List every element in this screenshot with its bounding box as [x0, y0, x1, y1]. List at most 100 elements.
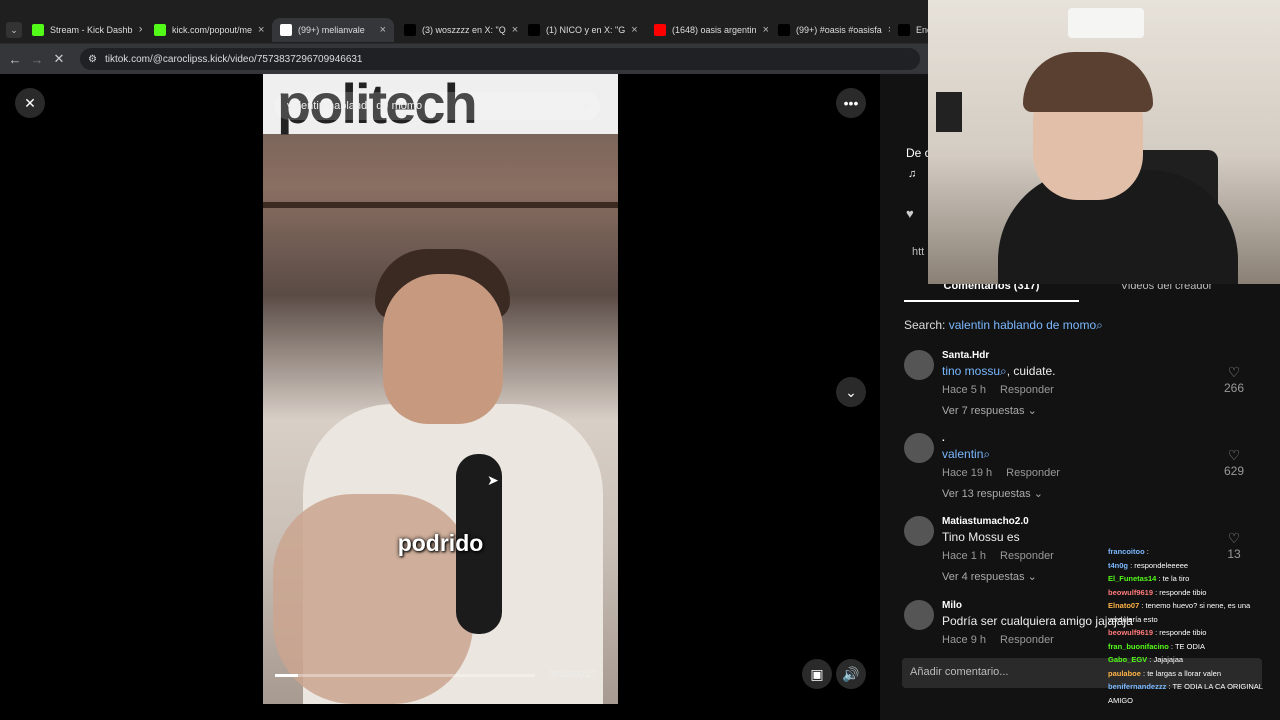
close-tab-icon[interactable]: × — [631, 24, 637, 36]
tab-search-menu-icon[interactable]: ⌄ — [6, 22, 22, 38]
search-icon[interactable]: ⌕ — [584, 100, 590, 113]
browser-tab[interactable]: (1648) oasis argentin × — [646, 18, 768, 42]
reply-button[interactable]: Responder — [1000, 550, 1054, 562]
progress-fill — [275, 674, 299, 677]
heart-icon[interactable]: ♡ — [1214, 447, 1254, 464]
comment-author[interactable]: Santa.Hdr — [942, 350, 989, 361]
tab-favicon-icon — [898, 24, 910, 36]
browser-tab[interactable]: Encu — [890, 18, 930, 42]
reply-button[interactable]: Responder — [1000, 634, 1054, 646]
tab-favicon-icon — [654, 24, 666, 36]
comment-author[interactable]: Matiastumacho2.0 — [942, 516, 1029, 527]
chat-user[interactable]: beowulf9619 — [1108, 628, 1153, 637]
tab-label: (3) woszzzz en X: "Q — [422, 25, 506, 35]
chat-text: te largas a llorar valen — [1147, 668, 1221, 678]
site-info-icon[interactable]: ⚙ — [88, 54, 97, 65]
close-tab-icon[interactable]: × — [763, 24, 768, 36]
browser-tab[interactable]: (1) NICO y en X: "G × — [520, 18, 644, 42]
reply-button[interactable]: Responder — [1006, 467, 1060, 479]
tab-favicon-icon — [32, 24, 44, 36]
comment-text: tino mossu⌕, cuidate. — [942, 364, 1055, 379]
comment-like[interactable]: ♡ 629 — [1214, 447, 1254, 478]
chat-user[interactable]: Gabo_EGV — [1108, 655, 1147, 664]
url-text: tiktok.com/@caroclipss.kick/video/757383… — [104, 53, 363, 65]
browser-tab[interactable]: (99+) melianvale × — [272, 18, 394, 42]
air-conditioner-image — [1068, 8, 1144, 38]
forward-icon[interactable]: → — [26, 52, 48, 67]
comment-item: Santa.Hdr tino mossu⌕, cuidate. Hace 5 h Re… — [904, 350, 1254, 430]
tab-favicon-icon — [154, 24, 166, 36]
comment-author[interactable]: . — [942, 433, 945, 444]
tab-label: Stream - Kick Dashb — [50, 25, 133, 35]
close-tab-icon[interactable]: × — [512, 24, 518, 36]
music-icon[interactable]: ♫ — [908, 168, 916, 180]
pip-icon[interactable]: ▣ — [802, 659, 832, 689]
comment-mention[interactable]: valentin — [942, 447, 983, 461]
close-icon[interactable]: ✕ — [15, 88, 45, 118]
view-replies-label: Ver 4 respuestas — [942, 571, 1025, 583]
browser-tab[interactable]: (99+) #oasis #oasisfa× — [770, 18, 890, 42]
video-search-overlay[interactable]: valentin hablando de momo ⌕ — [275, 92, 600, 120]
avatar[interactable] — [904, 600, 934, 630]
chat-user[interactable]: t4n0g — [1108, 561, 1128, 570]
video-caption: podrido — [397, 530, 484, 556]
browser-tab[interactable]: Stream - Kick Dashb × — [24, 18, 142, 42]
video-player[interactable]: politech valentin hablando de momo ⌕ pod… — [263, 74, 618, 704]
chat-user[interactable]: benifernandezzz — [1108, 682, 1166, 691]
view-replies-button[interactable]: Ver 7 respuestas ⌄ — [942, 404, 1037, 417]
heart-icon[interactable]: ♥ — [906, 206, 914, 221]
chat-user[interactable]: fran_buonifacino — [1108, 642, 1169, 651]
heart-icon[interactable]: ♡ — [1214, 364, 1254, 381]
avatar[interactable] — [904, 350, 934, 380]
comment-mention[interactable]: tino mossu — [942, 364, 1000, 378]
view-replies-button[interactable]: Ver 13 respuestas ⌄ — [942, 487, 1043, 500]
more-options-icon[interactable]: ••• — [836, 88, 866, 118]
reply-button[interactable]: Responder — [1000, 384, 1054, 396]
chevron-down-icon: ⌄ — [1033, 488, 1043, 500]
chat-user[interactable]: El_Funetas14 — [1108, 574, 1156, 583]
comment-author[interactable]: Milo — [942, 600, 962, 611]
chat-message: El_Funetas14 : te la tiro — [1108, 574, 1190, 583]
video-progress-bar[interactable] — [275, 674, 535, 677]
close-tab-icon[interactable]: × — [380, 24, 386, 36]
chat-user[interactable]: beowulf9619 — [1108, 588, 1153, 597]
comment-meta: Hace 9 h Responder — [942, 634, 1054, 646]
tab-favicon-icon — [404, 24, 416, 36]
browser-tab-bar: ⌄ Stream - Kick Dashb × kick.com/popout/me… — [0, 0, 930, 44]
view-replies-label: Ver 7 respuestas — [942, 405, 1025, 417]
search-icon[interactable]: ⌕ — [1000, 364, 1007, 378]
comment-text: Tino Mossu es — [942, 530, 1020, 544]
avatar[interactable] — [904, 433, 934, 463]
search-icon[interactable]: ⌕ — [1096, 318, 1103, 332]
browser-tab[interactable]: kick.com/popout/me × — [146, 18, 268, 42]
like-count: 629 — [1223, 464, 1245, 478]
search-icon[interactable]: ⌕ — [983, 447, 990, 461]
volume-icon[interactable]: 🔊 — [836, 659, 866, 689]
stream-chat-overlay: francoitoo : t4n0g : respondeleeeee El_Fu… — [1108, 545, 1278, 707]
chat-message: francoitoo : — [1108, 547, 1149, 556]
close-tab-icon[interactable]: × — [139, 24, 142, 36]
comment-like[interactable]: ♡ 266 — [1214, 364, 1254, 395]
next-video-icon[interactable]: ⌄ — [836, 377, 866, 407]
comment-search[interactable]: Search: valentin hablando de momo⌕ — [904, 318, 1103, 333]
close-tab-icon[interactable]: × — [258, 24, 264, 36]
poster-image — [936, 92, 962, 132]
comment-item: . valentin⌕ Hace 19 h Responder Ver 13 respu… — [904, 433, 1254, 513]
comment-text: Podría ser cualquiera amigo jajajaja — [942, 614, 1133, 628]
view-replies-button[interactable]: Ver 4 respuestas ⌄ — [942, 570, 1037, 583]
link-partial[interactable]: htt — [912, 246, 924, 258]
avatar[interactable] — [904, 516, 934, 546]
chat-user[interactable]: francoitoo — [1108, 547, 1145, 556]
back-icon[interactable]: ← — [4, 52, 26, 67]
address-bar[interactable]: ⚙ tiktok.com/@caroclipss.kick/video/7573… — [80, 48, 920, 70]
browser-tab[interactable]: (3) woszzzz en X: "Q × — [396, 18, 518, 42]
chat-message: t4n0g : respondeleeeee — [1108, 560, 1189, 570]
chat-text: te la tiro — [1162, 574, 1190, 583]
stop-loading-icon[interactable]: ✕ — [48, 51, 70, 67]
mouse-cursor-icon: ➤ — [487, 472, 499, 488]
search-query[interactable]: valentin hablando de momo — [949, 318, 1096, 332]
chat-user[interactable]: paulaboe — [1108, 669, 1141, 678]
comment-body: Podría ser cualquiera amigo jajajaja — [942, 614, 1133, 628]
chat-message: beowulf9619 : responde tibio — [1108, 628, 1207, 637]
chat-user[interactable]: Elnato07 — [1108, 601, 1139, 610]
